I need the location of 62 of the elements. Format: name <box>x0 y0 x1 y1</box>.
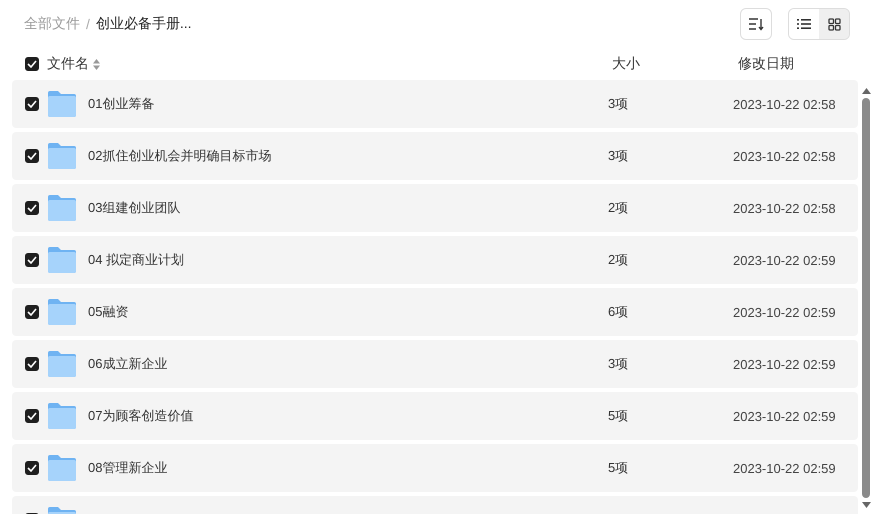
sort-icon <box>748 17 764 31</box>
select-all-checkbox[interactable] <box>25 57 39 71</box>
modified-date: 2023-10-22 02:59 <box>733 356 837 372</box>
modified-date: 2023-10-22 02:59 <box>733 460 837 476</box>
item-count: 3项 <box>608 147 630 165</box>
breadcrumb-item: 创业必备手册... <box>96 15 192 33</box>
folder-icon <box>47 402 77 430</box>
file-name[interactable]: 01创业筹备 <box>88 95 608 113</box>
item-count: 2项 <box>608 251 630 269</box>
file-row[interactable]: 06成立新企业 3项 2023-10-22 02:59 <box>12 340 858 388</box>
file-name[interactable]: 05融资 <box>88 303 608 321</box>
file-name[interactable]: 08管理新企业 <box>88 459 608 477</box>
folder-icon <box>47 350 77 378</box>
file-name[interactable]: 06成立新企业 <box>88 355 608 373</box>
scroll-down-icon[interactable] <box>862 502 870 508</box>
file-row[interactable]: 03组建创业团队 2项 2023-10-22 02:58 <box>12 184 858 232</box>
sort-button[interactable] <box>740 8 772 40</box>
list-view-button[interactable] <box>789 9 819 39</box>
file-name[interactable]: 04 拟定商业计划 <box>88 251 608 269</box>
item-count: 3项 <box>608 95 630 113</box>
item-count: 6项 <box>608 303 630 321</box>
modified-date: 2023-10-22 02:58 <box>733 148 837 164</box>
folder-icon <box>47 142 77 170</box>
row-checkbox[interactable] <box>25 253 39 267</box>
modified-date: 2023-10-22 02:59 <box>733 408 837 424</box>
modified-date: 2023-10-22 02:58 <box>733 96 837 112</box>
folder-icon <box>47 454 77 482</box>
folder-icon <box>47 194 77 222</box>
file-name[interactable]: 02抓住创业机会并明确目标市场 <box>88 147 608 165</box>
row-checkbox[interactable] <box>25 149 39 163</box>
row-checkbox[interactable] <box>25 305 39 319</box>
file-row[interactable]: 02抓住创业机会并明确目标市场 3项 2023-10-22 02:58 <box>12 132 858 180</box>
modified-date: 2023-10-22 02:59 <box>733 252 837 268</box>
file-row[interactable]: 07为顾客创造价值 5项 2023-10-22 02:59 <box>12 392 858 440</box>
file-row[interactable]: 05融资 6项 2023-10-22 02:59 <box>12 288 858 336</box>
file-row[interactable]: 04 拟定商业计划 2项 2023-10-22 02:59 <box>12 236 858 284</box>
row-checkbox[interactable] <box>25 97 39 111</box>
grid-icon <box>828 18 840 30</box>
column-header[interactable]: 大小 <box>612 55 738 73</box>
row-checkbox[interactable] <box>25 357 39 371</box>
row-checkbox[interactable] <box>25 461 39 475</box>
modified-date: 2023-10-22 02:58 <box>733 200 837 216</box>
file-row[interactable]: 01创业筹备 3项 2023-10-22 02:58 <box>12 80 858 128</box>
row-checkbox[interactable] <box>25 201 39 215</box>
file-name[interactable]: 07为顾客创造价值 <box>88 407 608 425</box>
item-count: 2项 <box>608 199 630 217</box>
scroll-up-icon[interactable] <box>862 88 870 94</box>
modified-date: 2023-10-22 02:59 <box>733 304 837 320</box>
row-checkbox[interactable] <box>25 409 39 423</box>
folder-icon <box>47 246 77 274</box>
folder-icon <box>47 90 77 118</box>
column-header[interactable]: 修改日期 <box>738 55 874 73</box>
breadcrumb-separator: / <box>86 16 90 32</box>
item-count: 3项 <box>608 355 630 373</box>
list-icon <box>797 18 811 30</box>
column-header[interactable]: 文件名 <box>47 55 89 73</box>
sort-arrows-icon[interactable] <box>93 58 100 70</box>
item-count: 5项 <box>608 407 630 425</box>
folder-icon <box>47 298 77 326</box>
file-row[interactable]: 08管理新企业 5项 2023-10-22 02:59 <box>12 444 858 492</box>
file-name[interactable]: 03组建创业团队 <box>88 199 608 217</box>
item-count: 5项 <box>608 459 630 477</box>
